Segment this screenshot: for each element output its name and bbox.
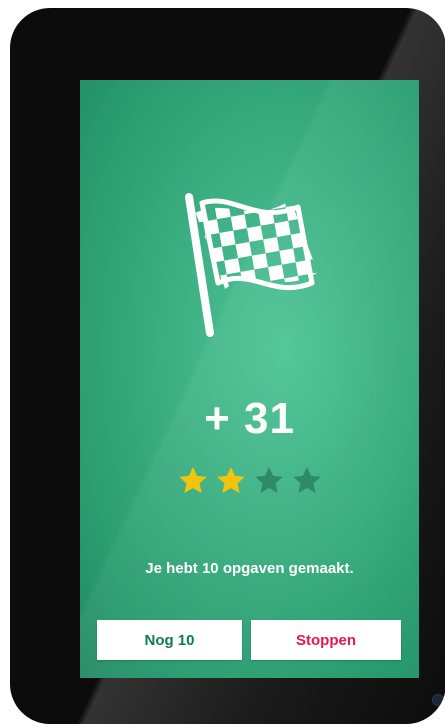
result-message: Je hebt 10 opgaven gemaakt.	[145, 560, 354, 577]
screen-glare	[80, 80, 419, 678]
camera-icon	[432, 694, 444, 706]
star-rating	[80, 465, 419, 497]
tablet-frame: + 31 Je hebt 10 opgaven gemaakt. Nog 10 …	[10, 8, 445, 724]
again-button[interactable]: Nog 10	[97, 620, 242, 660]
score-value: + 31	[204, 394, 295, 443]
result-screen: + 31 Je hebt 10 opgaven gemaakt. Nog 10 …	[80, 80, 419, 678]
star-icon	[254, 467, 283, 493]
star-icon	[178, 467, 207, 493]
star-icon	[216, 467, 245, 493]
checkered-flag-icon	[185, 191, 319, 337]
stop-button[interactable]: Stoppen	[251, 620, 401, 660]
star-icon	[292, 467, 321, 493]
